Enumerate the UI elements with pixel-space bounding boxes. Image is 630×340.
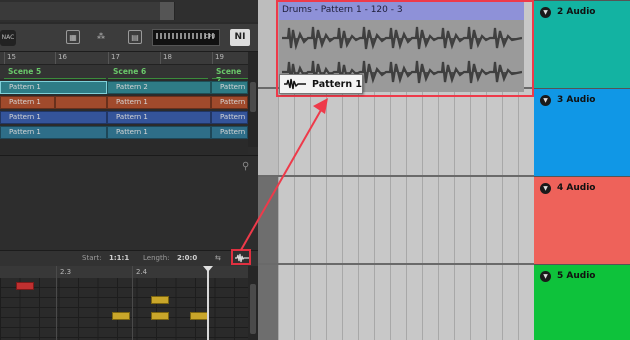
- timeline-tick: 15: [7, 53, 16, 61]
- strip-tab[interactable]: [80, 2, 121, 20]
- pattern-cell[interactable]: [55, 96, 107, 109]
- scene-label[interactable]: Scene 5: [8, 67, 41, 76]
- note-event[interactable]: [112, 312, 130, 320]
- note-event[interactable]: [151, 296, 169, 304]
- pattern-cell[interactable]: Pattern 1: [211, 111, 248, 124]
- cpu-label: CPU: [205, 34, 216, 40]
- pattern-cell[interactable]: Pattern 1: [0, 126, 107, 139]
- maschine-top-strip: [0, 0, 258, 22]
- track-name: 4 Audio: [557, 183, 596, 193]
- note-event[interactable]: [151, 312, 169, 320]
- note-event[interactable]: [190, 312, 208, 320]
- pattern-scrollbar[interactable]: [248, 52, 258, 147]
- track-name: 2 Audio: [557, 7, 596, 17]
- pattern-cell[interactable]: Pattern 1: [107, 126, 211, 139]
- strip-tab[interactable]: [160, 2, 175, 20]
- pattern-cell[interactable]: Pattern 1: [107, 96, 211, 109]
- track-separator: [258, 175, 534, 177]
- strip-tab[interactable]: [40, 2, 81, 20]
- pattern-editor-grid[interactable]: [0, 278, 248, 340]
- scene-row: Scene 5 Scene 6 Scene 7: [0, 65, 248, 85]
- track-fold-icon[interactable]: ▼: [540, 271, 551, 282]
- timeline-tick: 18: [163, 53, 172, 61]
- editor-scrollbar[interactable]: [248, 266, 258, 340]
- maschine-mid-panel: [0, 155, 258, 251]
- waveform-icon: [235, 253, 249, 263]
- pattern-cell[interactable]: Pattern 1: [0, 96, 55, 109]
- track-fold-icon[interactable]: ▼: [540, 183, 551, 194]
- scene-label[interactable]: Scene 6: [113, 67, 146, 76]
- search-icon[interactable]: ⚲: [242, 161, 249, 172]
- waveform-icon: [284, 78, 306, 90]
- pattern-cell[interactable]: Pattern 1: [211, 126, 248, 139]
- pattern-cell[interactable]: Pattern 1: [0, 81, 107, 94]
- playhead-marker[interactable]: [203, 266, 213, 272]
- length-value[interactable]: 2:0:0: [177, 254, 197, 262]
- timeline-tick: 19: [215, 53, 224, 61]
- pattern-cell[interactable]: Pattern 1: [211, 81, 248, 94]
- start-label: Start:: [82, 254, 102, 262]
- track-fold-icon[interactable]: ▼: [540, 7, 551, 18]
- track-header-2-audio[interactable]: ▼ 2 Audio: [534, 0, 630, 88]
- timeline-tick: 16: [58, 53, 67, 61]
- scene-timeline[interactable]: 15 16 17 18 19: [0, 52, 248, 65]
- browser-icon[interactable]: ▦: [66, 30, 80, 44]
- strip-tab[interactable]: [120, 2, 161, 20]
- strip-tab[interactable]: [0, 2, 41, 20]
- note-event[interactable]: [16, 282, 34, 290]
- track-separator: [258, 263, 534, 265]
- ni-logo[interactable]: NI: [230, 29, 250, 46]
- drag-tooltip-label: Pattern 1: [312, 79, 363, 90]
- drag-pattern-button[interactable]: [231, 249, 251, 265]
- maschine-toolbar: NAC ▦ ⁂ ▤ CPU NI: [0, 24, 258, 52]
- pattern-cell[interactable]: Pattern 1: [0, 111, 107, 124]
- vendor-badge: NAC: [0, 30, 16, 46]
- pattern-cell[interactable]: Pattern 2: [107, 81, 211, 94]
- length-label: Length:: [143, 254, 170, 262]
- track-header-3-audio[interactable]: ▼ 3 Audio: [534, 88, 630, 176]
- keyboard-icon[interactable]: ▤: [128, 30, 142, 44]
- ruler-tick: 2.3: [60, 268, 72, 276]
- mixer-icon[interactable]: ⁂: [90, 30, 112, 44]
- track-name: 3 Audio: [557, 95, 596, 105]
- track-header-4-audio[interactable]: ▼ 4 Audio: [534, 176, 630, 264]
- ruler-tick: 2.4: [136, 268, 148, 276]
- pattern-cell[interactable]: Pattern 1: [211, 96, 248, 109]
- timeline-tick: 17: [111, 53, 120, 61]
- empty-pattern-row: [0, 140, 248, 154]
- start-value[interactable]: 1:1:1: [109, 254, 129, 262]
- track-fold-icon[interactable]: ▼: [540, 95, 551, 106]
- drag-tooltip: Pattern 1: [279, 74, 363, 94]
- playhead[interactable]: [207, 266, 209, 340]
- track-header-5-audio[interactable]: ▼ 5 Audio: [534, 264, 630, 340]
- track-name: 5 Audio: [557, 271, 596, 281]
- loop-icon[interactable]: ⇆: [215, 254, 221, 262]
- pattern-cell[interactable]: Pattern 1: [107, 111, 211, 124]
